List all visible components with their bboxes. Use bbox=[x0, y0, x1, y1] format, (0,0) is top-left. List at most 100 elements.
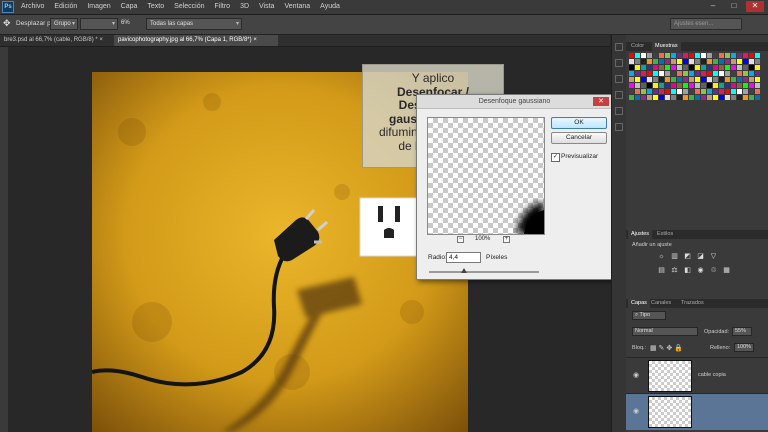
swatch[interactable] bbox=[713, 65, 718, 70]
swatch[interactable] bbox=[671, 71, 676, 76]
vibrance-adjust-icon[interactable]: ▽ bbox=[710, 253, 717, 260]
swatch[interactable] bbox=[641, 53, 646, 58]
menu-seleccion[interactable]: Selección bbox=[169, 3, 209, 10]
menu-ventana[interactable]: Ventana bbox=[279, 3, 315, 10]
swatch[interactable] bbox=[707, 71, 712, 76]
radius-slider-handle[interactable] bbox=[461, 268, 467, 273]
swatch[interactable] bbox=[713, 53, 718, 58]
swatch[interactable] bbox=[689, 53, 694, 58]
swatch[interactable] bbox=[677, 95, 682, 100]
swatch[interactable] bbox=[713, 95, 718, 100]
swatch[interactable] bbox=[629, 83, 634, 88]
swatch[interactable] bbox=[659, 83, 664, 88]
swatch[interactable] bbox=[707, 89, 712, 94]
menu-capa[interactable]: Capa bbox=[116, 3, 143, 10]
swatch[interactable] bbox=[653, 71, 658, 76]
black-white-icon[interactable]: ◧ bbox=[684, 267, 691, 274]
layer-row[interactable]: ◉ cable copia bbox=[626, 357, 768, 394]
swatch[interactable] bbox=[731, 77, 736, 82]
swatch[interactable] bbox=[647, 59, 652, 64]
tab-paths[interactable]: Trazados bbox=[678, 299, 707, 308]
swatch[interactable] bbox=[737, 77, 742, 82]
swatch[interactable] bbox=[641, 71, 646, 76]
actions-panel-icon[interactable] bbox=[615, 75, 623, 83]
swatch[interactable] bbox=[755, 71, 760, 76]
swatch[interactable] bbox=[749, 65, 754, 70]
layers-dropdown[interactable]: Todas las capas ▾ bbox=[146, 18, 242, 30]
swatch[interactable] bbox=[665, 59, 670, 64]
preview-checkbox[interactable]: ✓ bbox=[551, 153, 560, 162]
swatch[interactable] bbox=[695, 65, 700, 70]
color-balance-icon[interactable]: ⚖ bbox=[671, 267, 678, 274]
swatch[interactable] bbox=[683, 53, 688, 58]
swatch[interactable] bbox=[689, 65, 694, 70]
swatch[interactable] bbox=[635, 89, 640, 94]
swatch[interactable] bbox=[701, 71, 706, 76]
tab-adjustments[interactable]: Ajustes bbox=[628, 230, 653, 239]
swatch[interactable] bbox=[629, 77, 634, 82]
swatch[interactable] bbox=[647, 77, 652, 82]
swatch[interactable] bbox=[635, 65, 640, 70]
swatch[interactable] bbox=[671, 77, 676, 82]
lock-icons[interactable]: ▦ ✎ ✥ 🔒 bbox=[650, 344, 683, 352]
opacity-input[interactable]: 55% bbox=[732, 327, 752, 336]
swatch[interactable] bbox=[629, 65, 634, 70]
swatch[interactable] bbox=[731, 83, 736, 88]
swatch[interactable] bbox=[653, 65, 658, 70]
swatch[interactable] bbox=[701, 65, 706, 70]
swatch[interactable] bbox=[743, 65, 748, 70]
close-window-button[interactable]: ✕ bbox=[746, 1, 764, 12]
levels-adjust-icon[interactable]: ▥ bbox=[671, 253, 678, 260]
swatch[interactable] bbox=[707, 83, 712, 88]
swatch[interactable] bbox=[635, 59, 640, 64]
swatch[interactable] bbox=[701, 77, 706, 82]
swatch[interactable] bbox=[743, 59, 748, 64]
swatch[interactable] bbox=[743, 89, 748, 94]
swatch[interactable] bbox=[719, 89, 724, 94]
swatch[interactable] bbox=[749, 83, 754, 88]
swatch[interactable] bbox=[719, 59, 724, 64]
cancel-button[interactable]: Cancelar bbox=[551, 132, 607, 144]
swatch[interactable] bbox=[743, 53, 748, 58]
swatch[interactable] bbox=[641, 65, 646, 70]
swatch[interactable] bbox=[695, 89, 700, 94]
hue-adjust-icon[interactable]: ▤ bbox=[658, 267, 665, 274]
menu-archivo[interactable]: Archivo bbox=[16, 3, 49, 10]
move-tool-icon[interactable]: ✥ bbox=[3, 19, 11, 28]
swatch[interactable] bbox=[725, 71, 730, 76]
swatch[interactable] bbox=[689, 95, 694, 100]
swatch[interactable] bbox=[707, 77, 712, 82]
auto-select-dropdown[interactable]: Grupo ▾ bbox=[50, 18, 78, 30]
swatch[interactable] bbox=[683, 71, 688, 76]
swatch[interactable] bbox=[659, 53, 664, 58]
swatch[interactable] bbox=[671, 65, 676, 70]
swatch[interactable] bbox=[659, 89, 664, 94]
swatch[interactable] bbox=[635, 83, 640, 88]
swatch[interactable] bbox=[677, 59, 682, 64]
swatch[interactable] bbox=[725, 53, 730, 58]
swatch[interactable] bbox=[683, 83, 688, 88]
swatch[interactable] bbox=[725, 77, 730, 82]
swatch[interactable] bbox=[743, 95, 748, 100]
swatch[interactable] bbox=[743, 77, 748, 82]
swatch[interactable] bbox=[653, 53, 658, 58]
swatch[interactable] bbox=[671, 83, 676, 88]
swatch[interactable] bbox=[665, 83, 670, 88]
swatch[interactable] bbox=[647, 71, 652, 76]
tab-swatches[interactable]: Muestras bbox=[652, 42, 681, 51]
swatch[interactable] bbox=[659, 77, 664, 82]
eye-icon[interactable]: ◉ bbox=[633, 371, 639, 379]
swatch[interactable] bbox=[755, 53, 760, 58]
swatch[interactable] bbox=[683, 59, 688, 64]
radius-input[interactable]: 4,4 bbox=[446, 252, 481, 263]
swatch[interactable] bbox=[707, 53, 712, 58]
swatch[interactable] bbox=[731, 53, 736, 58]
swatch[interactable] bbox=[749, 71, 754, 76]
swatch[interactable] bbox=[725, 65, 730, 70]
swatch[interactable] bbox=[713, 89, 718, 94]
swatch[interactable] bbox=[665, 89, 670, 94]
swatch[interactable] bbox=[707, 59, 712, 64]
swatch[interactable] bbox=[731, 71, 736, 76]
tab-layers[interactable]: Capas bbox=[628, 299, 650, 308]
tab-channels[interactable]: Canales bbox=[648, 299, 674, 308]
